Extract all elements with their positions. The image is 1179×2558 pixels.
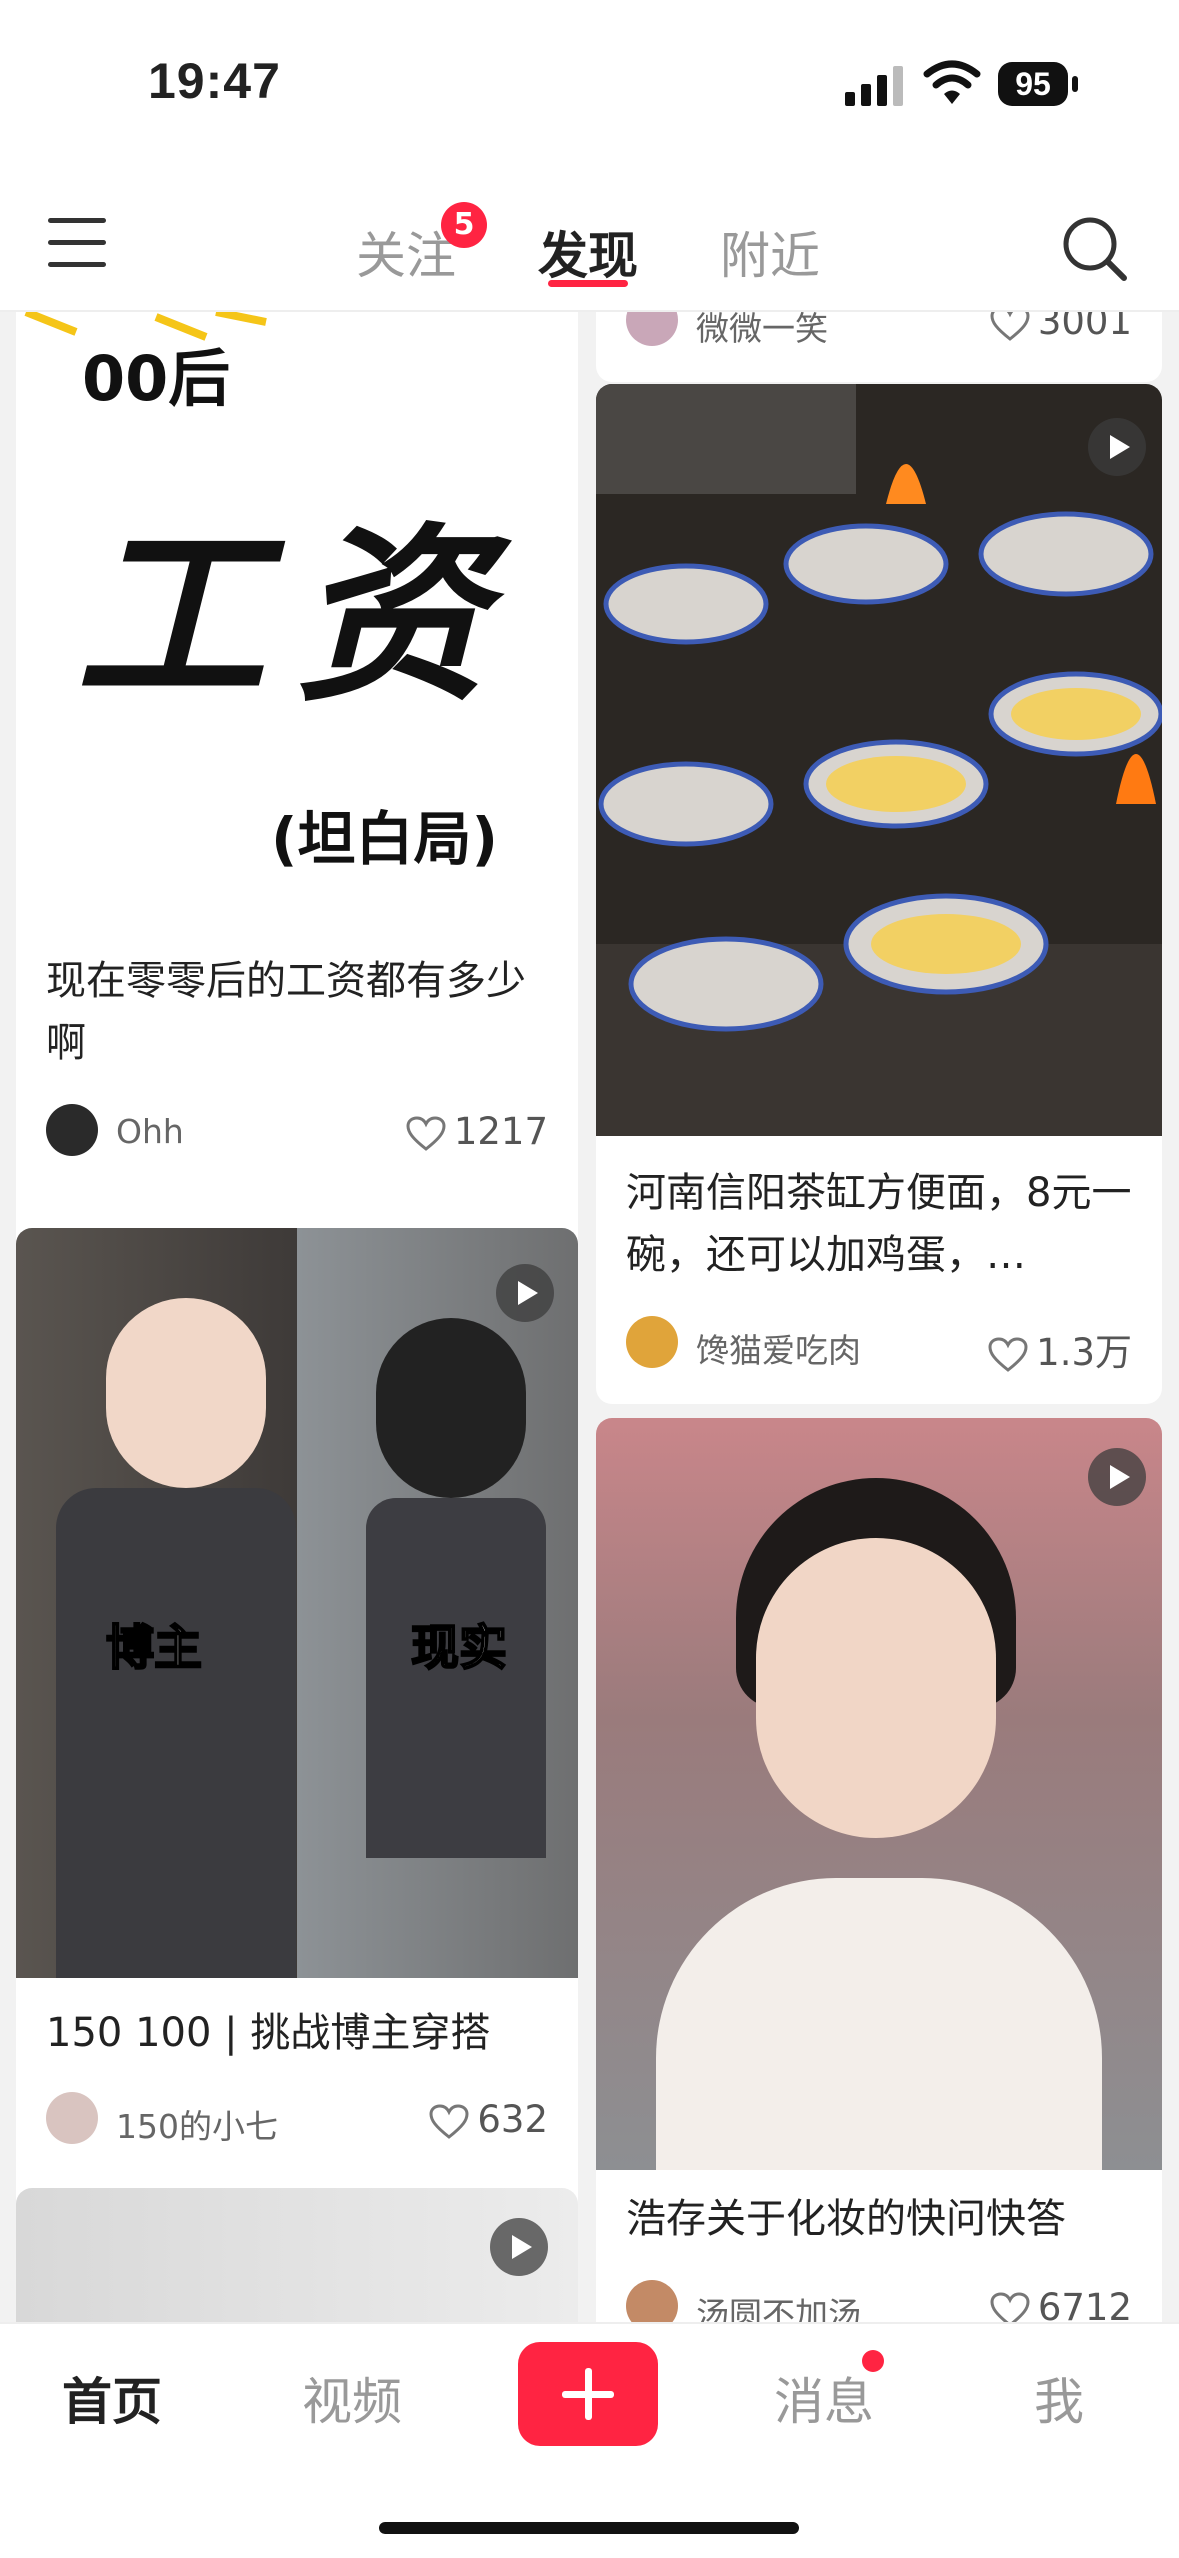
person-right-body bbox=[366, 1498, 546, 1858]
note-card[interactable]: 河南信阳茶缸方便面，8元一碗，还可以加鸡蛋，… 馋猫爱吃肉 1.3万 bbox=[596, 384, 1162, 1404]
like-count-text: 632 bbox=[477, 2098, 548, 2141]
note-title: 浩存关于化妆的快问快答 bbox=[626, 2196, 1066, 2242]
menu-icon[interactable] bbox=[48, 218, 110, 268]
tab-messages[interactable]: 消息 bbox=[774, 2362, 874, 2434]
heart-icon[interactable] bbox=[429, 2103, 469, 2140]
note-title: 河南信阳茶缸方便面，8元一碗，还可以加鸡蛋，… bbox=[626, 1170, 1132, 1278]
like-count[interactable]: 6712 bbox=[990, 2286, 1132, 2322]
note-meta: 微微一笑 3001 bbox=[626, 312, 1138, 350]
portrait-face bbox=[756, 1538, 996, 1838]
note-cover-image: 博主 现实 bbox=[16, 1228, 578, 1978]
like-count-text: 6712 bbox=[1037, 2286, 1132, 2322]
bottom-tab-bar: 首页 视频 消息 我 bbox=[0, 2322, 1179, 2558]
battery-level: 95 bbox=[998, 62, 1068, 106]
tab-me[interactable]: 我 bbox=[1034, 2362, 1084, 2434]
avatar[interactable] bbox=[46, 1104, 98, 1156]
active-tab-indicator bbox=[548, 280, 628, 287]
heart-icon[interactable] bbox=[990, 2291, 1030, 2323]
author-name[interactable]: 馋猫爱吃肉 bbox=[696, 1324, 861, 1372]
battery-tip bbox=[1072, 76, 1078, 92]
follow-badge: 5 bbox=[441, 202, 487, 248]
message-notification-dot bbox=[862, 2350, 884, 2372]
note-cover-image bbox=[596, 1418, 1162, 2170]
author-name[interactable]: 150的小七 bbox=[116, 2100, 278, 2148]
author-name[interactable]: 汤圆不加汤 bbox=[696, 2288, 861, 2322]
heart-icon[interactable] bbox=[990, 312, 1030, 342]
cellular-signal-icon bbox=[845, 66, 903, 106]
video-play-icon bbox=[1088, 1448, 1146, 1506]
cover-label-left: 博主 bbox=[105, 1619, 203, 1677]
like-count[interactable]: 632 bbox=[429, 2098, 548, 2141]
tab-video[interactable]: 视频 bbox=[302, 2362, 402, 2434]
noodle-pots-illustration bbox=[596, 384, 1162, 1136]
author-name[interactable]: 微微一笑 bbox=[696, 312, 828, 350]
discover-feed[interactable]: 00后 工资 (坦白局) 现在零零后的工资都有多少啊 Ohh 1217 博主 现… bbox=[0, 312, 1179, 2322]
note-meta: 150的小七 632 bbox=[46, 2092, 554, 2148]
avatar[interactable] bbox=[626, 1316, 678, 1368]
avatar[interactable] bbox=[626, 312, 678, 346]
note-title: 150 100 | 挑战博主穿搭 bbox=[46, 2010, 491, 2056]
note-meta: 馋猫爱吃肉 1.3万 bbox=[626, 1316, 1138, 1374]
note-card[interactable]: 博主 现实 150 100 | 挑战博主穿搭 150的小七 632 bbox=[16, 1228, 578, 2228]
video-play-icon bbox=[1088, 418, 1146, 476]
status-time: 19:47 bbox=[148, 53, 281, 109]
portrait-coat bbox=[656, 1878, 1102, 2170]
person-left-face bbox=[106, 1298, 266, 1488]
top-navigation: 关注 5 发现 附近 bbox=[0, 180, 1179, 312]
cover-text-main: 工资 bbox=[76, 504, 517, 727]
tab-home[interactable]: 首页 bbox=[62, 2362, 162, 2434]
heart-icon[interactable] bbox=[988, 1336, 1028, 1373]
add-post-button[interactable] bbox=[518, 2342, 658, 2446]
like-count[interactable]: 1217 bbox=[406, 1110, 548, 1153]
note-cover-image bbox=[596, 384, 1162, 1136]
like-count-text: 1217 bbox=[453, 1110, 548, 1153]
wifi-icon bbox=[923, 60, 981, 104]
avatar[interactable] bbox=[46, 2092, 98, 2144]
tab-nearby[interactable]: 附近 bbox=[720, 216, 820, 288]
person-left-body bbox=[56, 1488, 296, 1978]
note-meta: 汤圆不加汤 6712 bbox=[626, 2280, 1138, 2322]
cover-label-right: 现实 bbox=[410, 1619, 508, 1677]
status-bar: 19:47 95 bbox=[0, 0, 1179, 180]
note-card[interactable]: 微微一笑 3001 bbox=[596, 312, 1162, 382]
avatar[interactable] bbox=[626, 2280, 678, 2322]
note-card[interactable]: 浩存关于化妆的快问快答 汤圆不加汤 6712 bbox=[596, 1418, 1162, 2322]
person-right-head bbox=[376, 1318, 526, 1498]
note-card[interactable] bbox=[16, 2188, 578, 2322]
video-play-icon bbox=[496, 1264, 554, 1322]
heart-icon[interactable] bbox=[406, 1115, 446, 1152]
cover-text-sub: (坦白局) bbox=[271, 805, 499, 873]
home-indicator bbox=[379, 2522, 799, 2534]
tab-discover[interactable]: 发现 bbox=[538, 216, 638, 288]
video-play-icon bbox=[490, 2218, 548, 2276]
like-count-text: 1.3万 bbox=[1036, 1331, 1132, 1374]
like-count[interactable]: 3001 bbox=[990, 312, 1132, 343]
like-count-text: 3001 bbox=[1037, 312, 1132, 343]
note-title: 现在零零后的工资都有多少啊 bbox=[46, 958, 526, 1066]
like-count[interactable]: 1.3万 bbox=[988, 1322, 1132, 1376]
note-meta: Ohh 1217 bbox=[46, 1104, 554, 1160]
search-icon[interactable] bbox=[1060, 214, 1130, 284]
note-cover-image bbox=[16, 2188, 578, 2322]
author-name[interactable]: Ohh bbox=[116, 1112, 184, 1151]
cover-text-top: 00后 bbox=[82, 342, 231, 415]
